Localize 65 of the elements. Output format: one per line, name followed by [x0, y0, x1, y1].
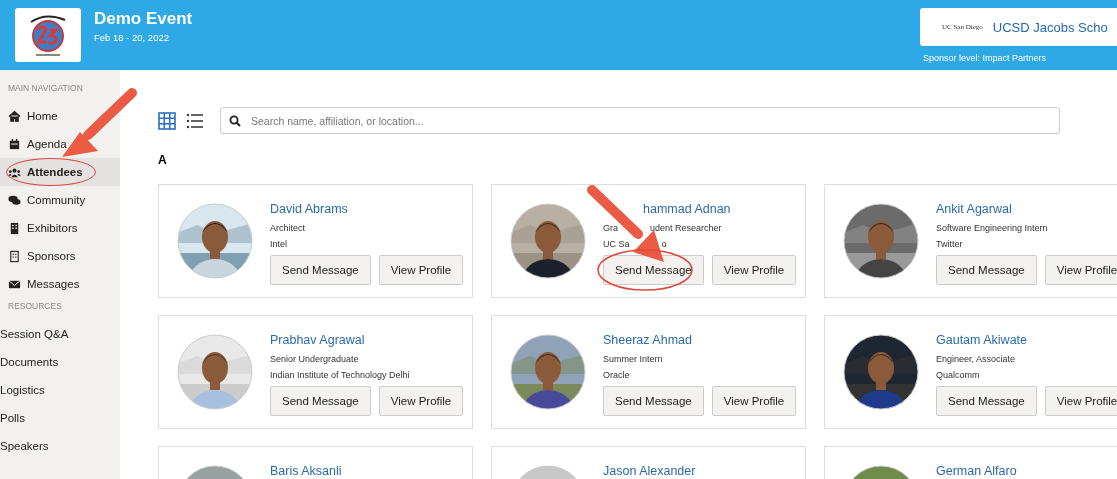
- home-icon: [8, 109, 21, 123]
- attendee-name[interactable]: Jason Alexander: [603, 465, 696, 478]
- nav-item[interactable]: Exhibitors: [0, 214, 120, 242]
- send-message-button[interactable]: Send Message: [270, 386, 371, 416]
- send-message-button[interactable]: Send Message: [936, 386, 1037, 416]
- view-profile-button[interactable]: View Profile: [711, 386, 797, 416]
- attendee-affiliation: o: [661, 238, 667, 251]
- send-message-button[interactable]: Send Message: [936, 255, 1037, 285]
- section-heading: RESOURCES: [7, 301, 63, 313]
- search-input[interactable]: Search name, affiliation, or location...: [249, 113, 1059, 128]
- attendee-affiliation: Twitter: [936, 238, 963, 251]
- attendee-name[interactable]: Prabhav Agrawal: [270, 334, 464, 347]
- view-profile-button[interactable]: View Profile: [1044, 255, 1117, 285]
- attendee-title: Senior Undergraduate: [270, 353, 359, 366]
- section-heading: MAIN NAVIGATION: [7, 83, 84, 95]
- search-field[interactable]: Search name, affiliation, or location...: [220, 107, 1060, 134]
- view-profile-button[interactable]: View Profile: [378, 255, 464, 285]
- sponsor-name: UCSD Jacobs Scho: [992, 19, 1108, 35]
- nav-item[interactable]: Polls: [0, 404, 120, 432]
- nav-item[interactable]: Attendees: [0, 158, 120, 186]
- attendee-title: Gra: [603, 222, 618, 235]
- attendee-title: Software Engineering Intern: [936, 222, 1048, 235]
- view-profile-button[interactable]: View Profile: [711, 255, 797, 285]
- search-icon: [229, 114, 241, 127]
- chat-icon: [8, 193, 21, 207]
- attendee-affiliation: UC Sa: [603, 238, 630, 251]
- event-dates: Feb 18 - 20, 2022: [94, 32, 170, 43]
- send-message-button[interactable]: Send Message: [603, 386, 704, 416]
- attendee-title: udent Researcher: [650, 222, 722, 235]
- attendee-name[interactable]: Ankit Agarwal: [936, 203, 1117, 216]
- nav-item[interactable]: Speakers: [0, 432, 120, 460]
- attendee-title: Engineer, Associate: [936, 353, 1016, 366]
- building-icon: [8, 249, 21, 263]
- nav-item[interactable]: Session Q&A: [0, 320, 120, 348]
- attendee-name[interactable]: hammad Adnan: [603, 203, 797, 216]
- attendee-affiliation: Intel: [270, 238, 287, 251]
- nav-item[interactable]: Logistics: [0, 376, 120, 404]
- attendee-name[interactable]: Gautam Akiwate: [936, 334, 1117, 347]
- attendee-name[interactable]: Sheeraz Ahmad: [603, 334, 797, 347]
- attendee-affiliation: Oracle: [603, 369, 630, 382]
- attendee-name[interactable]: German Alfaro: [936, 465, 1017, 478]
- calendar-icon: [8, 137, 21, 151]
- attendee-title: Summer Intern: [603, 353, 663, 366]
- nav-item[interactable]: Agenda: [0, 130, 120, 158]
- attendee-name[interactable]: Baris Aksanli: [270, 465, 342, 478]
- event-title: Demo Event: [94, 9, 193, 29]
- building-icon: [8, 221, 21, 235]
- view-profile-button[interactable]: View Profile: [1044, 386, 1117, 416]
- nav-item[interactable]: Community: [0, 186, 120, 214]
- nav-item[interactable]: Documents: [0, 348, 120, 376]
- list-view-button[interactable]: [186, 111, 204, 130]
- grid-view-button[interactable]: [158, 111, 176, 130]
- attendee-name[interactable]: David Abrams: [270, 203, 464, 216]
- view-profile-button[interactable]: View Profile: [378, 386, 464, 416]
- attendee-title: Architect: [270, 222, 305, 235]
- attendee-affiliation: Indian Institute of Technology Delhi: [270, 369, 410, 382]
- envelope-icon: [8, 277, 21, 291]
- nav-item[interactable]: Sponsors: [0, 242, 120, 270]
- sponsor-level: Sponsor level: Impact Partners: [923, 53, 1048, 63]
- send-message-button[interactable]: Send Message: [603, 255, 704, 285]
- nav-item[interactable]: Home: [0, 102, 120, 130]
- attendee-affiliation: Qualcomm: [936, 369, 980, 382]
- send-message-button[interactable]: Send Message: [270, 255, 371, 285]
- nav-item[interactable]: Messages: [0, 270, 120, 298]
- group-letter: A: [158, 153, 168, 168]
